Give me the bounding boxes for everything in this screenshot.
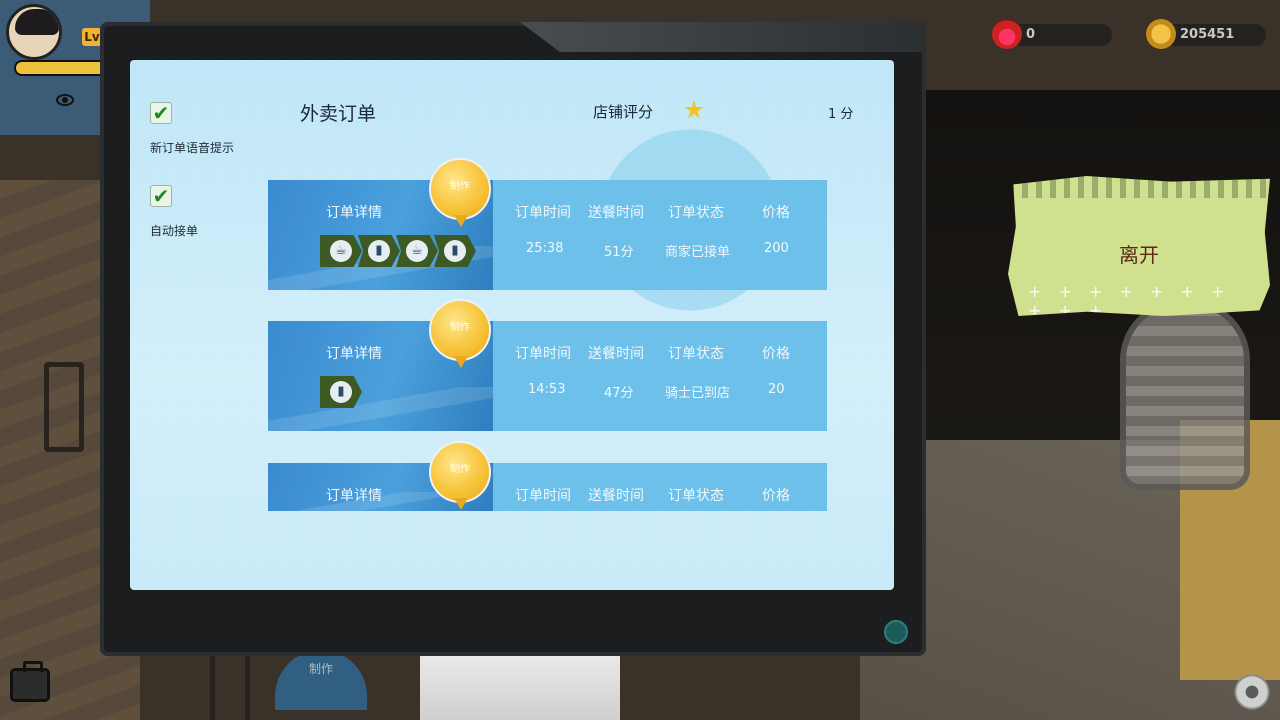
- coffee-icon: ☕: [396, 235, 438, 267]
- delivery-time-header: 送餐时间: [588, 346, 644, 362]
- level-badge: Lv: [82, 28, 102, 46]
- monitor-glare: [520, 22, 926, 52]
- price-header: 价格: [762, 346, 790, 362]
- order-status-value: 商家已接单: [665, 245, 731, 260]
- fire-count: 0: [1026, 27, 1036, 42]
- auto-accept-label: 自动接单: [150, 224, 199, 238]
- monitor-stand: [420, 656, 620, 720]
- make-button[interactable]: 制作: [429, 299, 491, 361]
- leave-button-label: 离开: [1119, 243, 1159, 267]
- eye-icon[interactable]: [56, 94, 74, 106]
- order-time-header: 订单时间: [515, 205, 571, 221]
- shop-rating-value: 1 分: [828, 107, 854, 122]
- fire-counter: 0: [992, 19, 1112, 49]
- order-time-header: 订单时间: [515, 346, 571, 362]
- price-value: 200: [764, 241, 789, 256]
- power-button-icon[interactable]: [884, 620, 908, 644]
- price-value: 20: [768, 382, 785, 397]
- decorative-plus-pattern: + + + + + + + + + +: [1028, 282, 1231, 320]
- coin-icon: [1146, 19, 1176, 49]
- order-status-value: 骑士已到店: [665, 386, 731, 401]
- order-items: ☕ ▮ ☕ ▮: [320, 235, 476, 267]
- voice-alert-label: 新订单语音提示: [150, 141, 235, 155]
- coin-counter: 205451: [1146, 19, 1266, 49]
- order-details-header: 订单详情: [326, 346, 382, 362]
- order-status-header: 订单状态: [668, 205, 724, 221]
- make-sign-label: 制作: [308, 662, 333, 676]
- delivery-time-value: 51分: [604, 245, 634, 260]
- voice-alert-checkbox[interactable]: ✔: [150, 102, 172, 124]
- delivery-time-header: 送餐时间: [588, 205, 644, 221]
- water-bottle-icon: ▮: [358, 235, 400, 267]
- shop-rating-label: 店铺评分: [593, 103, 654, 121]
- delivery-time-value: 47分: [604, 386, 634, 401]
- chair: [44, 362, 84, 452]
- coin-count: 205451: [1180, 27, 1235, 42]
- make-button[interactable]: 制作: [429, 441, 491, 503]
- order-status-header: 订单状态: [668, 346, 724, 362]
- water-bottle-icon: ▮: [434, 235, 476, 267]
- price-header: 价格: [762, 488, 790, 504]
- gear-icon[interactable]: [1232, 672, 1272, 712]
- auto-accept-checkbox[interactable]: ✔: [150, 185, 172, 207]
- leave-button[interactable]: 离开 + + + + + + + + + +: [1008, 176, 1270, 316]
- order-items: ▮: [320, 376, 362, 408]
- screen-title: 外卖订单: [300, 103, 377, 125]
- order-time-value: 14:53: [528, 382, 566, 397]
- briefcase-icon[interactable]: [10, 661, 50, 702]
- delivery-time-header: 送餐时间: [588, 488, 644, 504]
- order-card[interactable]: 订单详情 订单时间 送餐时间 订单状态 价格: [268, 463, 827, 511]
- coffee-icon: ☕: [320, 235, 362, 267]
- order-details-header: 订单详情: [326, 205, 382, 221]
- fire-icon: [992, 19, 1022, 49]
- order-status-header: 订单状态: [668, 488, 724, 504]
- order-time-header: 订单时间: [515, 488, 571, 504]
- water-bottle-icon: ▮: [320, 376, 362, 408]
- order-time-value: 25:38: [526, 241, 564, 256]
- order-details-header: 订单详情: [326, 488, 382, 504]
- player-avatar[interactable]: [6, 4, 62, 60]
- price-header: 价格: [762, 205, 790, 221]
- make-button[interactable]: 制作: [429, 158, 491, 220]
- spiral-staircase: [1120, 300, 1250, 490]
- order-card[interactable]: 订单详情 ☕ ▮ ☕ ▮ 订单时间 送餐时间 订单状态 价格 25:38 51分…: [268, 180, 827, 290]
- order-card[interactable]: 订单详情 ▮ 订单时间 送餐时间 订单状态 价格 14:53 47分 骑士已到店…: [268, 321, 827, 431]
